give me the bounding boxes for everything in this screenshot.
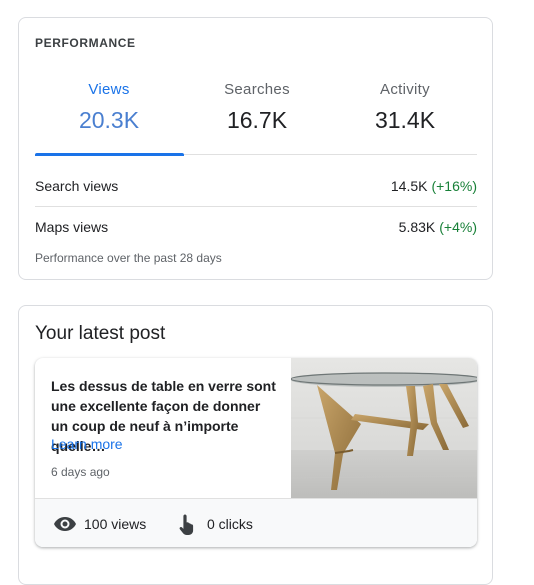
latest-post-title: Your latest post xyxy=(35,323,166,344)
search-views-metric: 14.5K (+16%) xyxy=(391,178,477,194)
maps-views-metric: 5.83K (+4%) xyxy=(399,219,477,235)
performance-card: PERFORMANCE Views 20.3K Searches 16.7K A… xyxy=(18,17,493,280)
learn-more-link[interactable]: Learn more xyxy=(51,436,123,452)
tab-searches-label: Searches xyxy=(224,81,290,98)
tab-views-label: Views xyxy=(88,81,130,98)
eye-icon xyxy=(54,516,76,531)
search-views-label: Search views xyxy=(35,178,119,194)
maps-views-change: (+4%) xyxy=(439,219,477,235)
maps-views-value: 5.83K xyxy=(398,219,436,235)
tab-views[interactable]: Views 20.3K xyxy=(35,70,183,154)
search-views-change: (+16%) xyxy=(431,178,477,194)
tab-views-value: 20.3K xyxy=(78,107,140,133)
search-views-value: 14.5K xyxy=(390,178,428,194)
tab-activity-value: 31.4K xyxy=(374,107,436,133)
post-preview[interactable]: Les dessus de table en verre sont une ex… xyxy=(35,358,477,547)
tab-searches-value: 16.7K xyxy=(226,107,288,133)
pointer-hand-icon xyxy=(179,514,194,535)
search-views-row: Search views 14.5K (+16%) xyxy=(35,166,477,207)
clicks-count: 0 clicks xyxy=(207,515,253,532)
active-tab-indicator xyxy=(35,153,184,156)
performance-tabs: Views 20.3K Searches 16.7K Activity 31.4… xyxy=(35,70,479,156)
performance-title: PERFORMANCE xyxy=(35,36,136,50)
latest-post-card: Your latest post Les dessus de table en … xyxy=(18,305,493,585)
post-stats: 100 views 0 clicks xyxy=(35,498,477,547)
tab-searches[interactable]: Searches 16.7K xyxy=(183,70,331,154)
views-stat: 100 views xyxy=(53,499,146,547)
tab-activity-label: Activity xyxy=(380,81,430,98)
clicks-stat: 0 clicks xyxy=(176,499,253,547)
post-image xyxy=(291,358,477,498)
tab-activity[interactable]: Activity 31.4K xyxy=(331,70,479,154)
post-date: 6 days ago xyxy=(51,465,110,479)
views-count: 100 views xyxy=(84,515,147,532)
maps-views-row: Maps views 5.83K (+4%) xyxy=(35,207,477,247)
performance-footnote: Performance over the past 28 days xyxy=(35,251,222,265)
maps-views-label: Maps views xyxy=(35,219,109,235)
